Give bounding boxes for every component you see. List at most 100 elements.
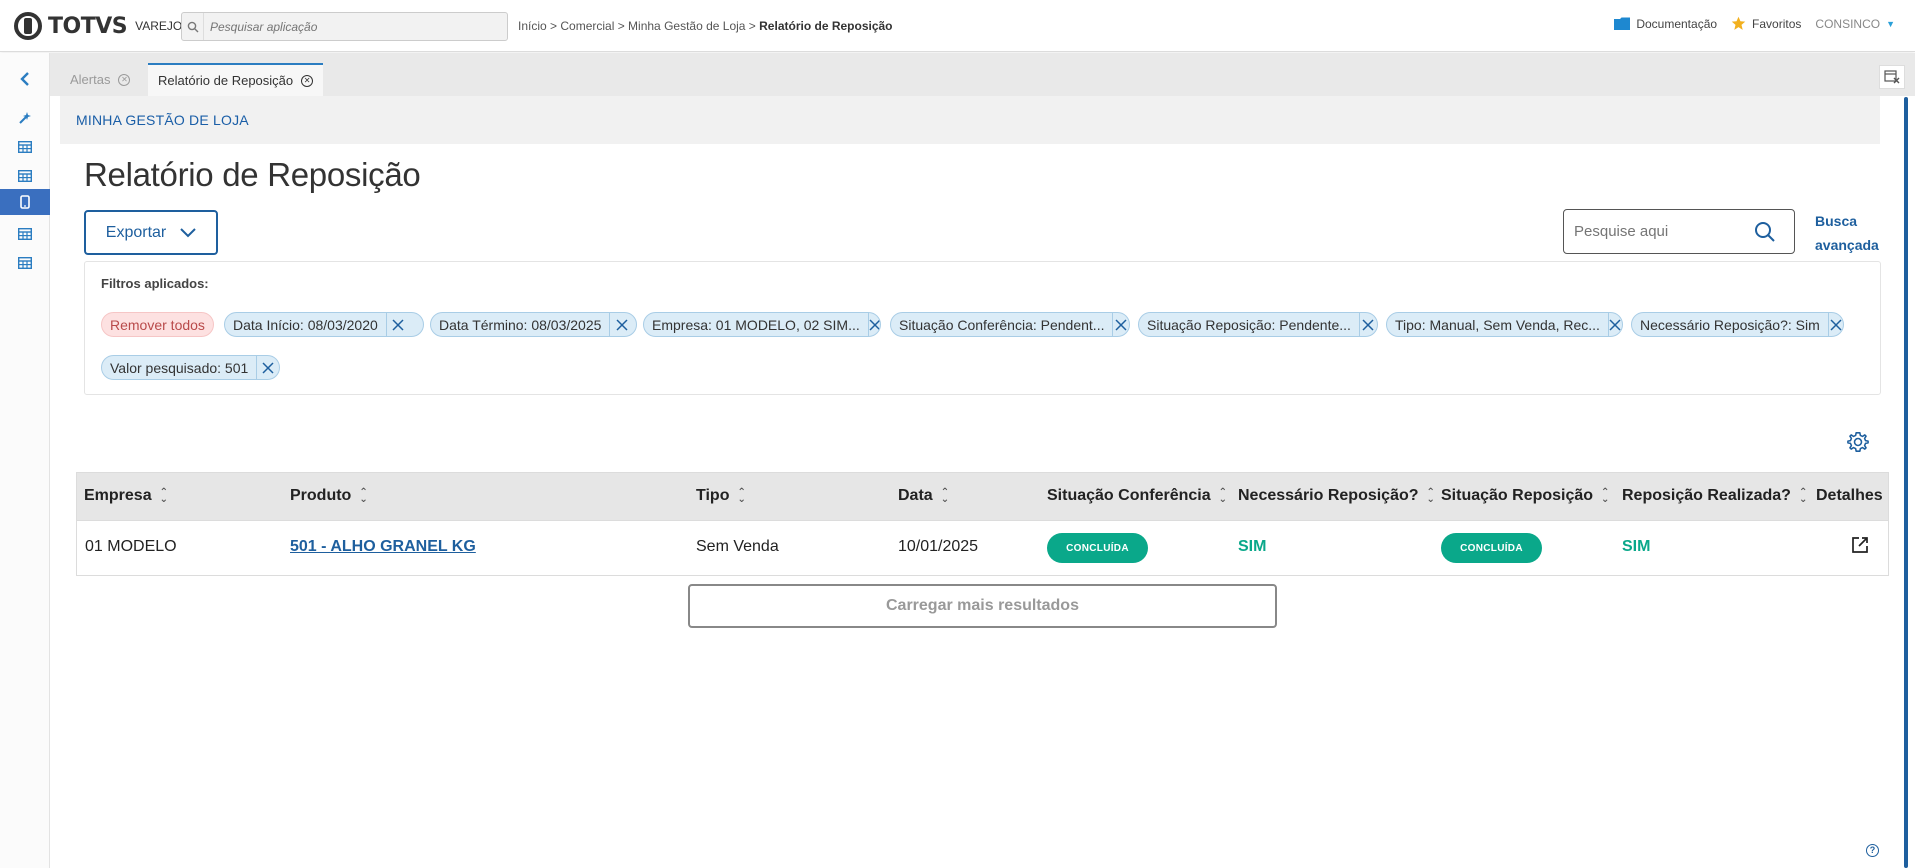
- sidebar-item-table-3[interactable]: [0, 221, 50, 247]
- folder-icon: [1614, 17, 1631, 30]
- sidebar-item-table-2[interactable]: [0, 163, 50, 189]
- scrollbar[interactable]: [1904, 97, 1908, 868]
- search-box: [1563, 209, 1795, 254]
- chip-label: Necessário Reposição?: Sim: [1640, 316, 1820, 333]
- column-label: Detalhes: [1816, 487, 1883, 504]
- chip-label: Valor pesquisado: 501: [110, 359, 249, 376]
- column-header-data[interactable]: Data ⌃ ⌄: [898, 487, 949, 505]
- sort-icon: ⌃ ⌄: [1426, 487, 1435, 505]
- window-tool-button[interactable]: [1879, 65, 1905, 89]
- breadcrumb: Início > Comercial > Minha Gestão de Loj…: [518, 19, 893, 33]
- sort-icon: ⌃ ⌄: [359, 487, 368, 505]
- filter-chip-data-inicio: Data Início: 08/03/2020: [224, 312, 424, 337]
- close-icon[interactable]: [256, 356, 279, 379]
- chip-label: Tipo: Manual, Sem Venda, Rec...: [1395, 316, 1600, 333]
- top-right-menu: Documentação Favoritos CONSINCO ▼: [1614, 16, 1895, 31]
- column-label: Produto: [290, 487, 352, 504]
- tab-relatorio-reposicao[interactable]: Relatório de Reposição ✕: [148, 63, 324, 96]
- filter-chip-necessario-reposicao: Necessário Reposição?: Sim: [1631, 312, 1844, 337]
- cell-tipo: Sem Venda: [696, 538, 779, 555]
- sort-icon: ⌃ ⌄: [737, 487, 746, 505]
- column-label: Tipo: [696, 487, 730, 504]
- sidebar-item-tools[interactable]: [0, 105, 50, 131]
- page-title: Relatório de Reposição: [84, 156, 421, 193]
- close-icon[interactable]: [1358, 313, 1377, 336]
- chip-label: Situação Conferência: Pendent...: [899, 316, 1105, 333]
- search-input[interactable]: [1574, 223, 1754, 240]
- sidebar-item-table-1[interactable]: [0, 134, 50, 160]
- column-label: Data: [898, 487, 933, 504]
- help-icon[interactable]: ?: [1866, 844, 1879, 857]
- chip-label: Data Início: 08/03/2020: [233, 316, 378, 333]
- filter-chip-situacao-conferencia: Situação Conferência: Pendent...: [890, 312, 1130, 337]
- close-icon[interactable]: [385, 313, 410, 336]
- table-settings-button[interactable]: [1847, 431, 1869, 458]
- close-icon[interactable]: [609, 313, 633, 336]
- user-menu[interactable]: CONSINCO ▼: [1815, 17, 1895, 31]
- star-icon: [1731, 16, 1746, 30]
- top-bar: TOTVS VAREJO Início > Comercial > Minha …: [0, 0, 1915, 52]
- column-label: Reposição Realizada?: [1622, 487, 1791, 504]
- sidebar-item-table-4[interactable]: [0, 250, 50, 276]
- column-header-necessario-reposicao[interactable]: Necessário Reposição? ⌃ ⌄: [1238, 487, 1435, 505]
- advanced-search-line1: Busca: [1815, 213, 1858, 229]
- column-label: Situação Reposição: [1441, 487, 1594, 504]
- gear-icon: [1847, 432, 1869, 452]
- sort-icon: ⌃ ⌄: [159, 487, 168, 505]
- load-more-button[interactable]: Carregar mais resultados: [688, 584, 1277, 628]
- remove-all-filters-chip[interactable]: Remover todos: [101, 312, 214, 337]
- chevron-down-icon: ▼: [1886, 18, 1895, 29]
- column-header-empresa[interactable]: Empresa ⌃ ⌄: [84, 487, 168, 505]
- close-tab-icon[interactable]: ✕: [118, 73, 131, 86]
- sidebar-item-mobile[interactable]: [0, 189, 50, 215]
- export-button[interactable]: Exportar: [84, 210, 218, 255]
- column-header-situacao-reposicao[interactable]: Situação Reposição ⌃ ⌄: [1441, 487, 1609, 505]
- search-icon[interactable]: [1754, 221, 1776, 243]
- table-icon: [18, 170, 32, 182]
- column-header-tipo[interactable]: Tipo ⌃ ⌄: [696, 487, 746, 505]
- filter-chip-valor-pesquisado: Valor pesquisado: 501: [101, 355, 280, 380]
- tab-label: Relatório de Reposição: [158, 73, 294, 88]
- tab-alertas[interactable]: Alertas ✕: [60, 63, 140, 96]
- favorites-link[interactable]: Favoritos: [1731, 16, 1801, 31]
- tab-label: Alertas: [70, 72, 111, 87]
- breadcrumb-path[interactable]: Início > Comercial > Minha Gestão de Loj…: [518, 19, 759, 33]
- sidebar: [0, 53, 50, 868]
- sort-icon: ⌃ ⌄: [1601, 487, 1610, 505]
- cell-empresa: 01 MODELO: [85, 538, 177, 555]
- app-search-input[interactable]: [204, 19, 494, 34]
- logo[interactable]: TOTVS VAREJO: [14, 12, 182, 40]
- close-icon[interactable]: [867, 313, 880, 336]
- column-header-situacao-conferencia[interactable]: Situação Conferência ⌃ ⌄: [1047, 487, 1227, 505]
- documentation-link[interactable]: Documentação: [1614, 17, 1717, 31]
- search-icon: [182, 13, 204, 40]
- column-header-produto[interactable]: Produto ⌃ ⌄: [290, 487, 368, 505]
- column-label: Necessário Reposição?: [1238, 487, 1419, 504]
- logo-subtitle: VAREJO: [135, 19, 183, 33]
- app-search: [181, 12, 508, 41]
- section-header: MINHA GESTÃO DE LOJA: [60, 96, 1880, 144]
- sidebar-collapse-button[interactable]: [0, 66, 50, 92]
- details-button[interactable]: [1850, 535, 1870, 560]
- external-link-icon: [1852, 537, 1868, 553]
- results-table: Empresa ⌃ ⌄ Produto ⌃ ⌄ Tipo ⌃ ⌄ Data ⌃ ⌄ Si…: [76, 472, 1889, 576]
- close-tab-icon[interactable]: ✕: [301, 74, 314, 87]
- chip-label: Empresa: 01 MODELO, 02 SIM...: [652, 316, 860, 333]
- logo-text: TOTVS: [48, 13, 128, 39]
- documentation-label: Documentação: [1636, 16, 1718, 31]
- filters-title: Filtros aplicados:: [101, 276, 209, 291]
- close-icon[interactable]: [1607, 313, 1622, 336]
- advanced-search-link[interactable]: Busca avançada: [1815, 209, 1879, 257]
- status-badge-conferencia: CONCLUÍDA: [1047, 533, 1148, 563]
- product-link[interactable]: 501 - ALHO GRANEL KG: [290, 538, 476, 556]
- column-label: Situação Conferência: [1047, 487, 1211, 504]
- column-header-reposicao-realizada[interactable]: Reposição Realizada? ⌃ ⌄: [1622, 487, 1807, 505]
- tabs-bar: Alertas ✕ Relatório de Reposição ✕: [50, 53, 1915, 96]
- status-badge-reposicao: CONCLUÍDA: [1441, 533, 1542, 563]
- column-header-detalhes: Detalhes: [1816, 487, 1883, 505]
- close-icon[interactable]: [1827, 313, 1843, 336]
- close-icon[interactable]: [1112, 313, 1129, 336]
- breadcrumb-current: Relatório de Reposição: [759, 19, 893, 33]
- filter-chip-data-termino: Data Término: 08/03/2025: [430, 312, 637, 337]
- sort-icon: ⌃ ⌄: [1798, 487, 1808, 505]
